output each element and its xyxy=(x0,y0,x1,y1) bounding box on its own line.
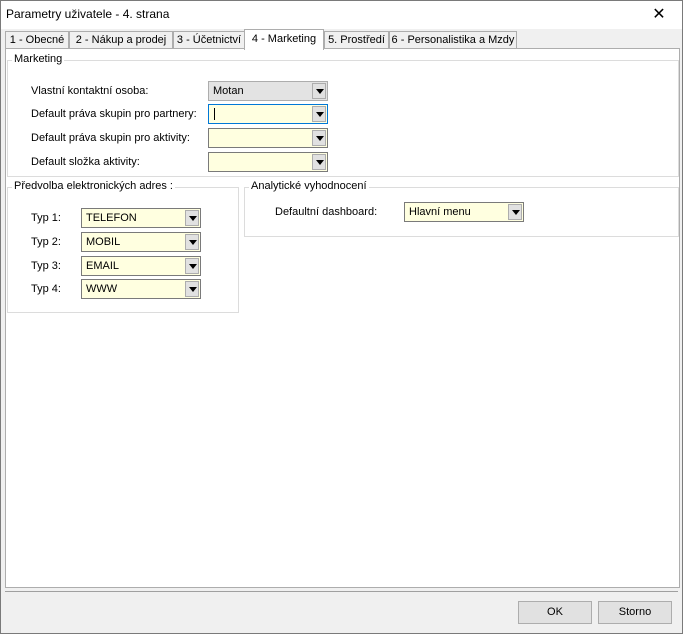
marketing-group: Marketing Vlastní kontaktní osoba: Motan… xyxy=(7,53,679,177)
vlastni-kontaktni-osoba-value: Motan xyxy=(213,85,244,97)
typ-3-combo[interactable]: EMAIL xyxy=(81,256,201,276)
close-icon[interactable]: ✕ xyxy=(636,1,682,29)
vlastni-kontaktni-osoba-combo[interactable]: Motan xyxy=(208,81,328,101)
typ-2-combo[interactable]: MOBIL xyxy=(81,232,201,252)
typ-1-value: TELEFON xyxy=(86,212,137,224)
marketing-group-label: Marketing xyxy=(12,53,65,65)
predvolba-group: Předvolba elektronických adres : Typ 1: … xyxy=(7,180,239,313)
typ-1-label: Typ 1: xyxy=(31,212,61,224)
predvolba-group-label: Předvolba elektronických adres : xyxy=(12,180,175,192)
tab-obecne[interactable]: 1 - Obecné xyxy=(5,31,69,48)
window-title: Parametry uživatele - 4. strana xyxy=(6,7,170,21)
tab-ucetnictvi[interactable]: 3 - Účetnictví xyxy=(173,31,245,48)
slozka-aktivity-label: Default složka aktivity: xyxy=(31,156,140,168)
chevron-down-icon[interactable] xyxy=(185,281,199,297)
chevron-down-icon[interactable] xyxy=(312,154,326,170)
typ-4-value: WWW xyxy=(86,283,118,295)
typ-4-label: Typ 4: xyxy=(31,283,61,295)
storno-button[interactable]: Storno xyxy=(598,601,672,624)
tab-personalistika-a-mzdy[interactable]: 6 - Personalistika a Mzdy xyxy=(389,31,517,48)
prava-aktivity-combo[interactable] xyxy=(208,128,328,148)
text-caret xyxy=(214,108,215,120)
prava-aktivity-label: Default práva skupin pro aktivity: xyxy=(31,132,190,144)
analyticke-group-label: Analytické vyhodnocení xyxy=(249,180,369,192)
chevron-down-icon[interactable] xyxy=(312,106,326,122)
tab-page-marketing: Marketing Vlastní kontaktní osoba: Motan… xyxy=(5,48,680,588)
typ-3-label: Typ 3: xyxy=(31,260,61,272)
footer-separator xyxy=(5,591,678,592)
typ-1-combo[interactable]: TELEFON xyxy=(81,208,201,228)
analyticke-group: Analytické vyhodnocení Defaultní dashboa… xyxy=(244,180,679,237)
dialog-window: Parametry uživatele - 4. strana ✕ 1 - Ob… xyxy=(0,0,683,634)
chevron-down-icon[interactable] xyxy=(185,210,199,226)
prava-partnery-label: Default práva skupin pro partnery: xyxy=(31,108,197,120)
title-bar: Parametry uživatele - 4. strana ✕ xyxy=(1,1,682,29)
chevron-down-icon[interactable] xyxy=(185,258,199,274)
dashboard-value: Hlavní menu xyxy=(409,206,471,218)
typ-2-value: MOBIL xyxy=(86,236,121,248)
typ-2-label: Typ 2: xyxy=(31,236,61,248)
vlastni-kontaktni-osoba-label: Vlastní kontaktní osoba: xyxy=(31,85,149,97)
tab-marketing[interactable]: 4 - Marketing xyxy=(244,29,324,50)
chevron-down-icon[interactable] xyxy=(185,234,199,250)
typ-3-value: EMAIL xyxy=(86,260,120,272)
typ-4-combo[interactable]: WWW xyxy=(81,279,201,299)
chevron-down-icon[interactable] xyxy=(312,83,326,99)
chevron-down-icon[interactable] xyxy=(508,204,522,220)
dashboard-combo[interactable]: Hlavní menu xyxy=(404,202,524,222)
slozka-aktivity-combo[interactable] xyxy=(208,152,328,172)
prava-partnery-combo[interactable] xyxy=(208,104,328,124)
dashboard-label: Defaultní dashboard: xyxy=(275,206,378,218)
chevron-down-icon[interactable] xyxy=(312,130,326,146)
ok-button[interactable]: OK xyxy=(518,601,592,624)
tab-prostredi[interactable]: 5. Prostředí xyxy=(324,31,389,48)
tab-nakup-a-prodej[interactable]: 2 - Nákup a prodej xyxy=(69,31,173,48)
